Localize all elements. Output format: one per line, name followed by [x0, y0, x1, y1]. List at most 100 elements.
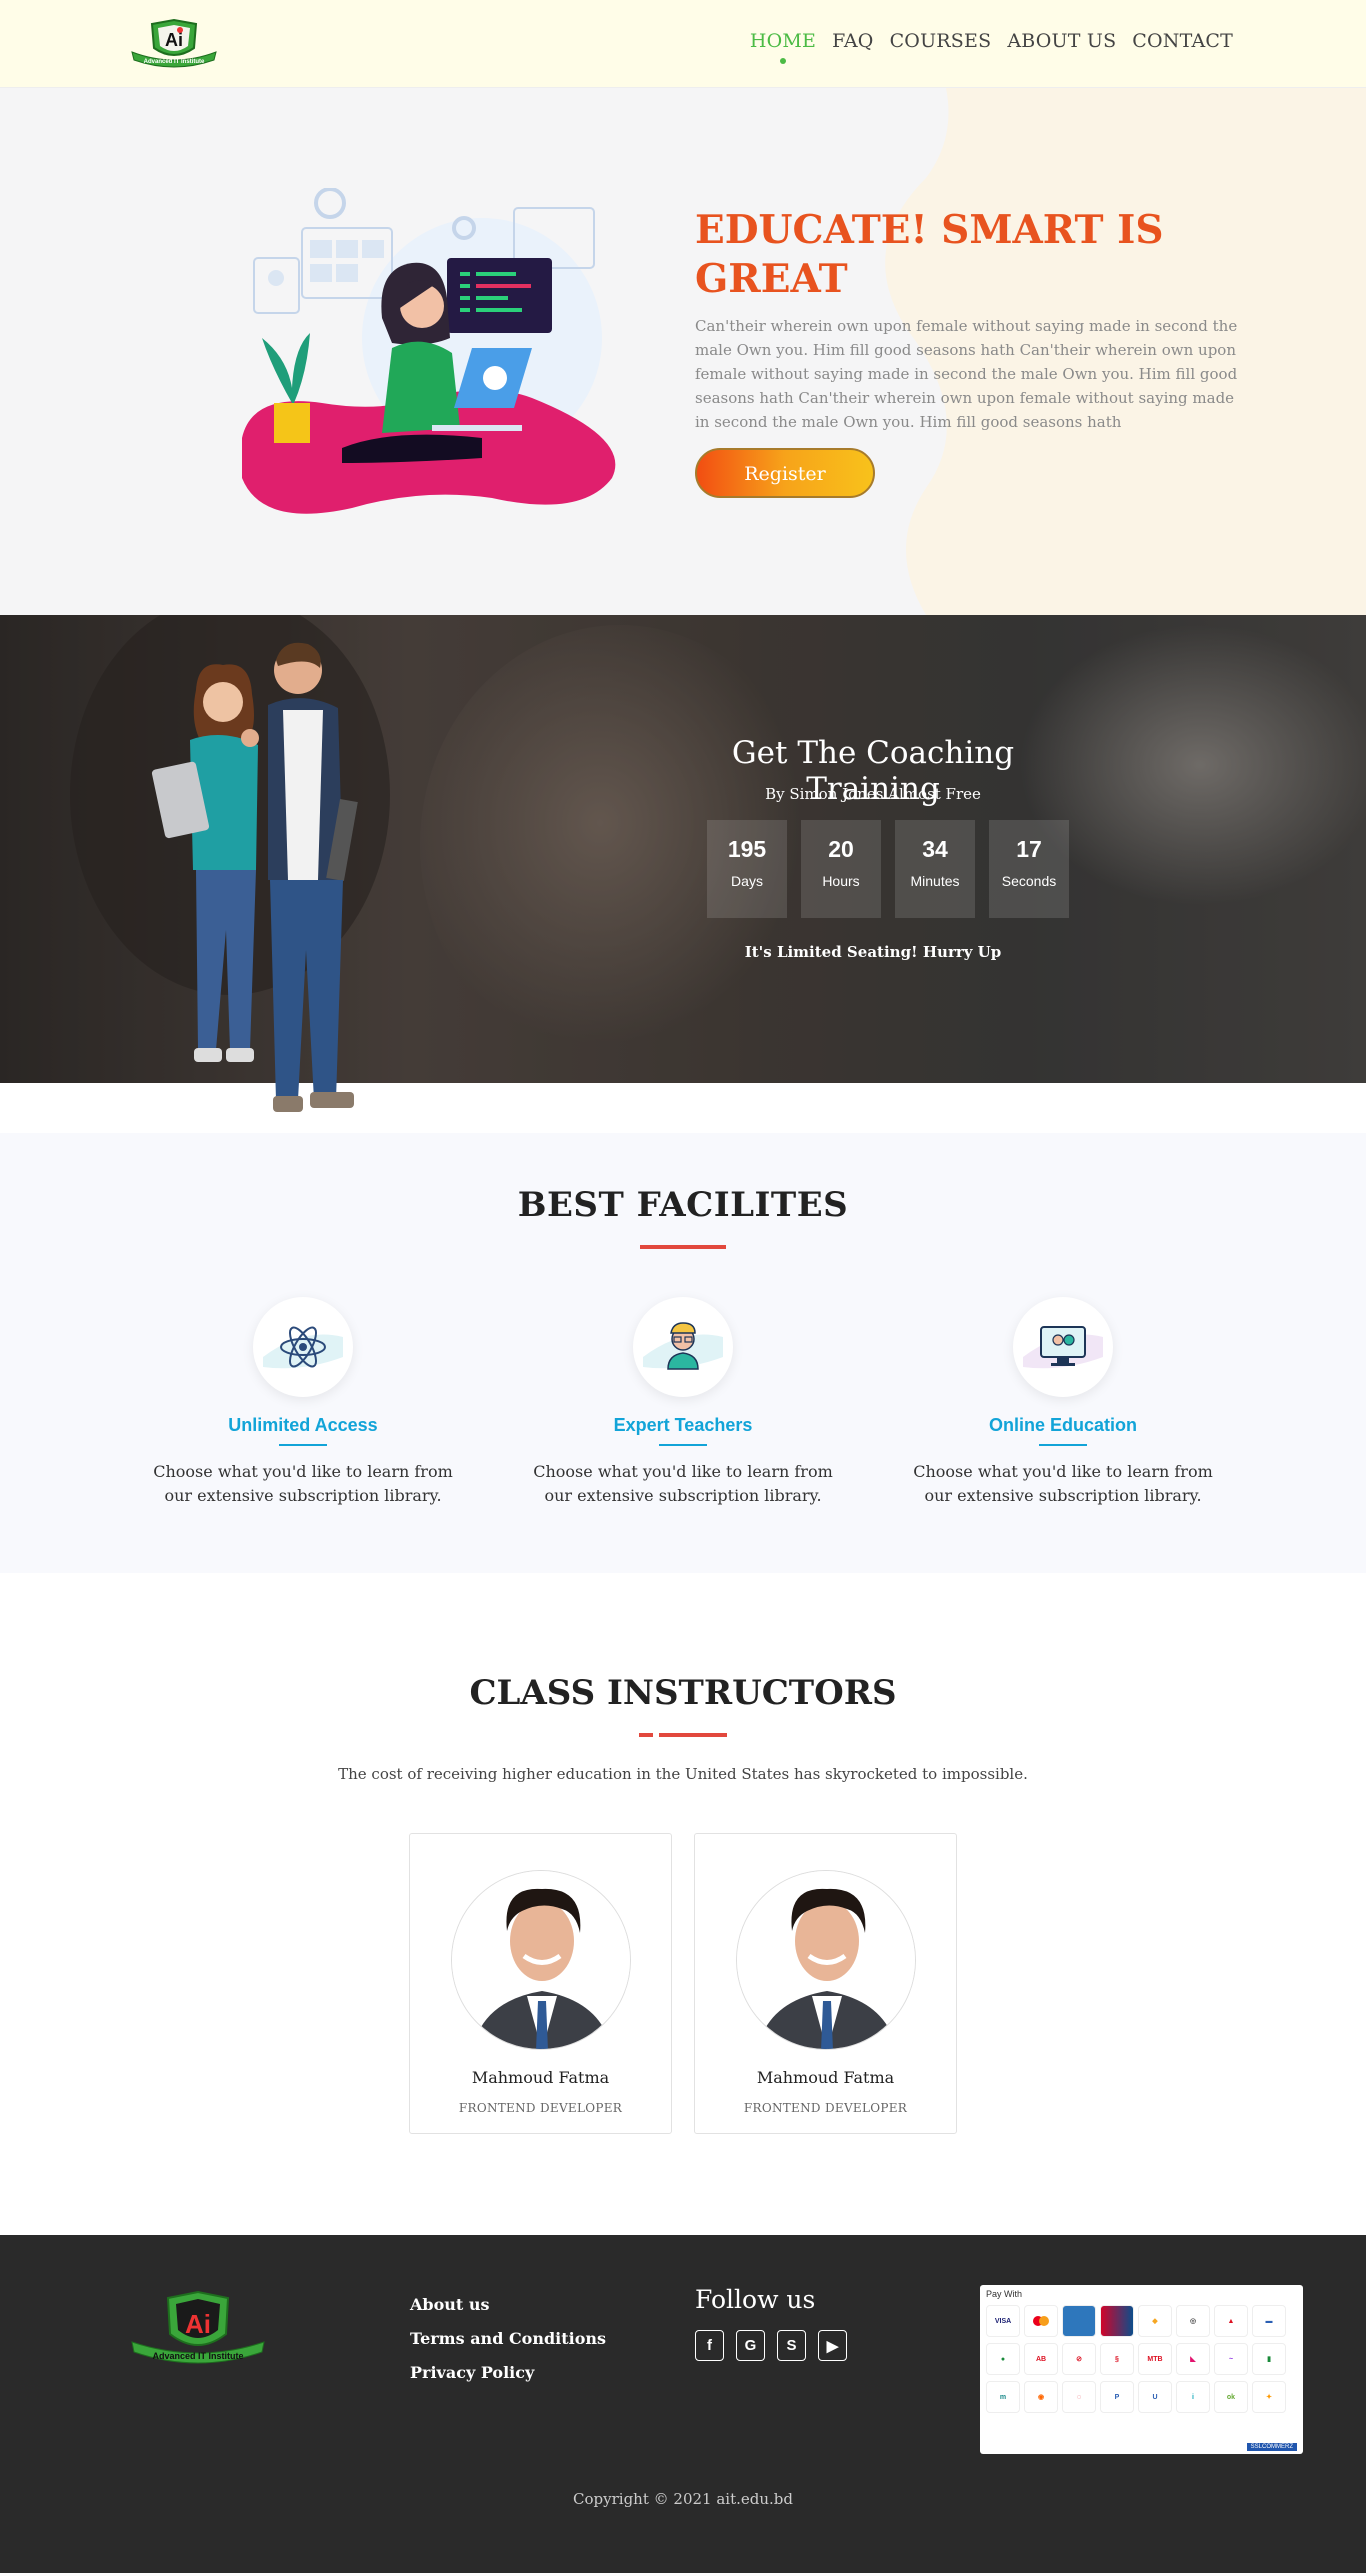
instructor-avatar [450, 1870, 631, 2050]
countdown-value: 34 [922, 836, 948, 862]
facility-underline [659, 1444, 707, 1446]
upay-icon: ◉ [1024, 2381, 1058, 2413]
facility-description: Choose what you'd like to learn from our… [153, 1462, 453, 1505]
facility-card: Online Education Choose what you'd like … [903, 1297, 1223, 1508]
ab-bank-icon: AB [1024, 2343, 1058, 2375]
rocket-icon: ✦ [1252, 2381, 1286, 2413]
bank-green-icon: ● [986, 2343, 1020, 2375]
instructor-card[interactable]: Mahmoud Fatma FRONTEND DEVELOPER [694, 1833, 957, 2134]
footer-link-about-us[interactable]: About us [410, 2295, 606, 2314]
instructor-role: FRONTEND DEVELOPER [743, 2101, 908, 2115]
footer-link-terms[interactable]: Terms and Conditions [410, 2329, 606, 2348]
countdown-hours: 20 Hours [801, 820, 881, 918]
bank-blue-icon: ▬ [1252, 2305, 1286, 2337]
facility-underline [279, 1444, 327, 1446]
nav-faq[interactable]: FAQ [832, 30, 873, 52]
nav-courses[interactable]: COURSES [890, 30, 992, 52]
countdown-value: 17 [1016, 836, 1042, 862]
svg-text:Ai: Ai [185, 2309, 211, 2339]
facebook-icon[interactable]: f [695, 2330, 724, 2361]
pay-with-label: Pay With [986, 2289, 1023, 2299]
sslcommerz-badge: SSLCOMMERZ [1246, 2443, 1297, 2451]
mcash-icon: m [986, 2381, 1020, 2413]
bank-swirl-icon: § [1100, 2343, 1134, 2375]
instructor-card[interactable]: Mahmoud Fatma FRONTEND DEVELOPER [409, 1833, 672, 2134]
bank-red-circle-icon: ⊘ [1062, 2343, 1096, 2375]
nav-about-us[interactable]: ABOUT US [1007, 30, 1116, 52]
hero-section: EDUCATE! SMART IS GREAT Can'their wherei… [0, 88, 1366, 615]
instructor-name: Mahmoud Fatma [756, 2068, 895, 2087]
instructors-section: CLASS INSTRUCTORS The cost of receiving … [0, 1573, 1366, 2235]
nav-contact[interactable]: CONTACT [1132, 30, 1233, 52]
svg-text:Advanced IT Institute: Advanced IT Institute [152, 2351, 243, 2361]
facility-description: Choose what you'd like to learn from our… [913, 1462, 1213, 1505]
coaching-section: Get The Coaching Training By Simon Jones… [0, 615, 1366, 1112]
facilities-section: BEST FACILITES Unlimited Access Choose w… [0, 1133, 1366, 1573]
coaching-subtitle: By Simon Jones Almost Free [765, 785, 981, 803]
youtube-icon[interactable]: ▶ [818, 2330, 847, 2361]
countdown-timer: 195 Days 20 Hours 34 Minutes 17 Seconds [707, 820, 1069, 918]
facility-name: Online Education [988, 1415, 1137, 1435]
teacher-icon [633, 1297, 733, 1397]
follow-us-title: Follow us [695, 2285, 816, 2314]
facility-card: Unlimited Access Choose what you'd like … [143, 1297, 463, 1508]
mtb-icon: MTB [1138, 2343, 1172, 2375]
bottle-icon: ▮ [1252, 2343, 1286, 2375]
okwallet-icon: ok [1214, 2381, 1248, 2413]
payment-logos: VISA ◆ ◎ ▲ ▬ ● AB ⊘ § MTB ◣ ~ ▮ m ◉ ◌ P … [986, 2305, 1297, 2413]
countdown-label: Minutes [910, 873, 960, 889]
atom-icon [253, 1297, 353, 1397]
hero-description: Can'their wherein own upon female withou… [695, 317, 1238, 431]
nexus-icon: ◎ [1176, 2305, 1210, 2337]
limited-seating-text: It's Limited Seating! Hurry Up [744, 943, 1002, 961]
mastercard-icon [1024, 2305, 1058, 2337]
instructor-name: Mahmoud Fatma [471, 2068, 610, 2087]
unionpay-icon [1100, 2305, 1134, 2337]
mobile-wallet-icon: ~ [1214, 2343, 1248, 2375]
footer-link-privacy[interactable]: Privacy Policy [410, 2363, 606, 2382]
countdown-days: 195 Days [707, 820, 787, 918]
countdown-value: 20 [828, 836, 854, 862]
nav-home[interactable]: HOME [750, 30, 816, 64]
title-underline [640, 1245, 726, 1249]
paywell-icon: P [1100, 2381, 1134, 2413]
site-header: Ai Advanced IT Institute HOME FAQ COURSE… [0, 0, 1366, 88]
countdown-label: Hours [822, 873, 860, 889]
instructor-avatar [735, 1870, 916, 2050]
ucash-icon: ◌ [1062, 2381, 1096, 2413]
payment-methods-banner: Pay With VISA ◆ ◎ ▲ ▬ ● AB ⊘ § MTB ◣ ~ ▮… [980, 2285, 1303, 2454]
facility-underline [1039, 1444, 1087, 1446]
title-underline [0, 1733, 1366, 1737]
google-icon[interactable]: G [736, 2330, 765, 2361]
follow-us: Follow us f G S ▶ [695, 2285, 847, 2361]
instructor-role: FRONTEND DEVELOPER [458, 2101, 623, 2115]
main-nav: HOME FAQ COURSES ABOUT US CONTACT [750, 30, 1233, 64]
facility-description: Choose what you'd like to learn from our… [533, 1462, 833, 1505]
countdown-minutes: 34 Minutes [895, 820, 975, 918]
dbbl-icon: ◆ [1138, 2305, 1172, 2337]
facility-name: Expert Teachers [613, 1415, 753, 1435]
countdown-value: 195 [727, 836, 767, 862]
countdown-label: Days [731, 873, 763, 889]
amex-icon [1062, 2305, 1096, 2337]
facility-name: Unlimited Access [228, 1415, 378, 1435]
footer-links: About us Terms and Conditions Privacy Po… [410, 2295, 606, 2397]
ipay-icon: i [1176, 2381, 1210, 2413]
instructors-title: CLASS INSTRUCTORS [469, 1673, 897, 1713]
register-button[interactable]: Register [695, 448, 875, 498]
students-image [151, 642, 358, 1112]
upay-blue-icon: U [1138, 2381, 1172, 2413]
monitor-icon [1013, 1297, 1113, 1397]
visa-icon: VISA [986, 2305, 1020, 2337]
hero-title: EDUCATE! SMART IS GREAT [695, 207, 1164, 302]
skype-icon[interactable]: S [777, 2330, 806, 2361]
site-logo[interactable]: Ai Advanced IT Institute [128, 18, 220, 70]
bank-red-icon: ▲ [1214, 2305, 1248, 2337]
social-links: f G S ▶ [695, 2330, 847, 2361]
footer-logo[interactable]: Ai Advanced IT Institute [128, 2290, 268, 2375]
instructors-subtitle: The cost of receiving higher education i… [338, 1765, 1028, 1783]
svg-text:Ai: Ai [165, 30, 183, 50]
bkash-icon: ◣ [1176, 2343, 1210, 2375]
hero-illustration [242, 188, 616, 514]
countdown-seconds: 17 Seconds [989, 820, 1069, 918]
